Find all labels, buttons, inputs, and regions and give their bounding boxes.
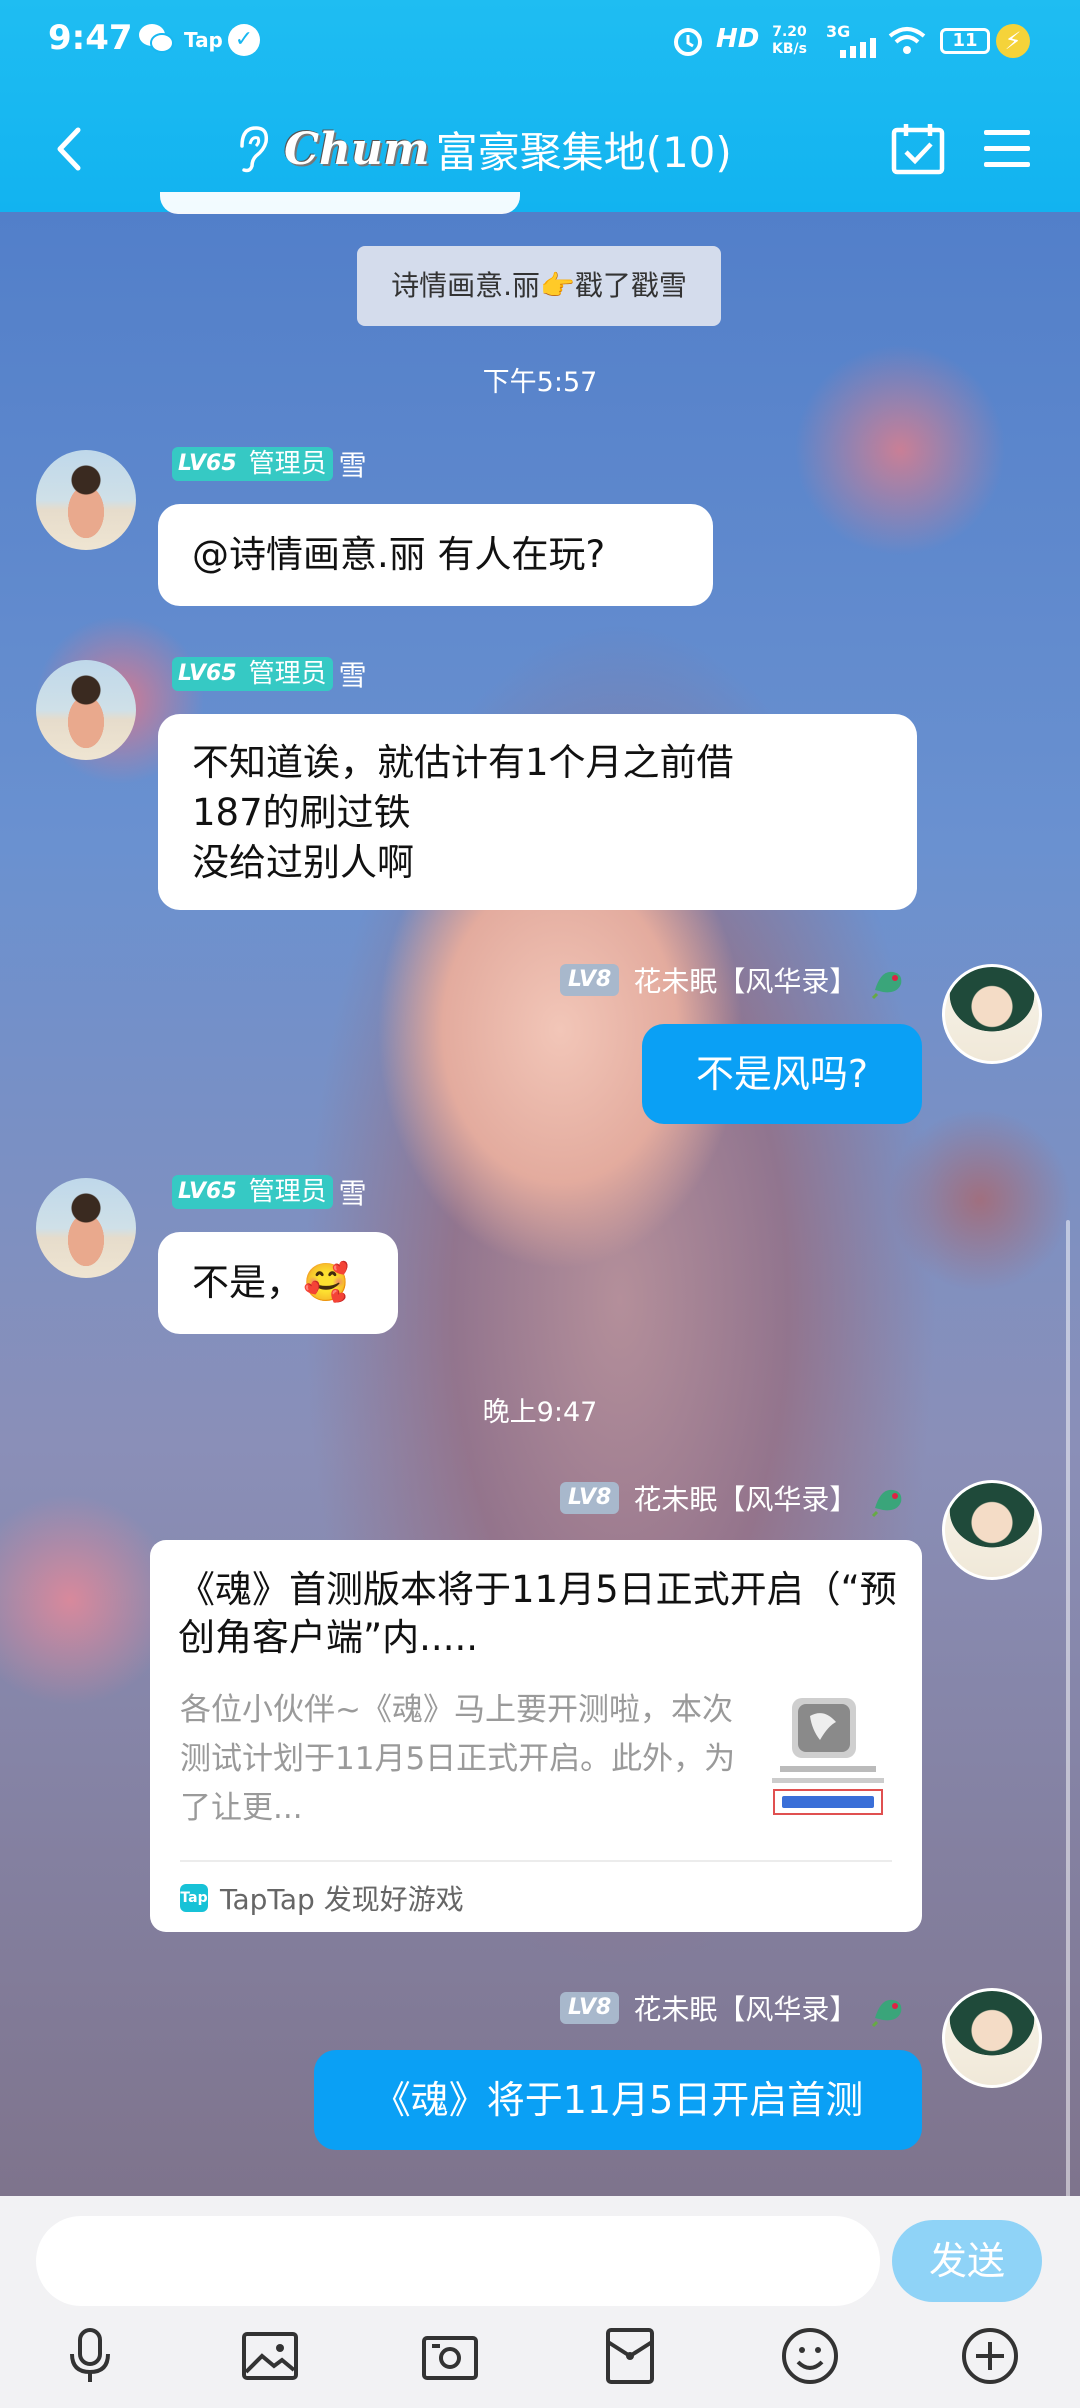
top-bar: 9:47 Tap ✓ HD 7.20 KB/s 3G 11 ⚡ Chum 富豪聚集… [0, 0, 1080, 212]
sender-name[interactable]: 雪 [339, 654, 367, 694]
microphone-icon[interactable] [58, 2324, 122, 2388]
sender-name[interactable]: 花未眠【风华录】 [633, 1478, 857, 1518]
level-badge: LV8 [560, 1482, 620, 1514]
dragon-badge-icon [872, 971, 902, 1000]
level-badge: LV65 [172, 657, 243, 691]
sender-name[interactable]: 雪 [339, 1172, 367, 1212]
sender-meta: LV65 管理员雪 [172, 444, 367, 484]
emoji-icon[interactable] [778, 2324, 842, 2388]
taptap-logo-icon: Tap [180, 1884, 208, 1912]
avatar[interactable] [942, 1988, 1042, 2088]
dragon-badge-icon [872, 1999, 902, 2028]
card-source-label: TapTap 发现好游戏 [220, 1883, 464, 1916]
link-share-card[interactable]: 《魂》首测版本将于11月5日正式开启（“预创角客户端”内..... 各位小伙伴~… [150, 1540, 922, 1932]
avatar[interactable] [36, 450, 136, 550]
previous-message-bubble [160, 192, 520, 214]
message-line: 187的刷过铁 [192, 791, 411, 834]
avatar[interactable] [942, 964, 1042, 1064]
chat-title-area[interactable]: Chum 富豪聚集地(10) [232, 114, 732, 184]
admin-badge: 管理员 [242, 447, 333, 481]
composer-bar: 发送 [0, 2196, 1080, 2408]
sender-meta: LV8 花未眠【风华录】 [560, 960, 909, 1000]
send-button[interactable]: 发送 [892, 2220, 1042, 2302]
battery-indicator: 11 [940, 28, 990, 54]
level-badge: LV8 [560, 964, 620, 996]
plus-icon[interactable] [958, 2324, 1022, 2388]
card-thumbnail [766, 1696, 890, 1818]
dragon-badge-icon [872, 1489, 902, 1518]
card-title: 《魂》首测版本将于11月5日正式开启（“预创角客户端”内..... [178, 1568, 897, 1659]
avatar[interactable] [942, 1480, 1042, 1580]
sender-name[interactable]: 花未眠【风华录】 [633, 1988, 857, 2028]
message-bubble[interactable]: 不是，🥰 [158, 1232, 398, 1334]
message-bubble-self[interactable]: 不是风吗? [642, 1024, 922, 1124]
scrollbar[interactable] [1066, 1220, 1070, 2200]
hd-icon: HD [716, 24, 760, 54]
camera-icon[interactable] [418, 2324, 482, 2388]
card-description: 各位小伙伴~《魂》马上要开测啦，本次测试计划于11月5日正式开启。此外，为了让更… [180, 1692, 736, 1826]
sender-name[interactable]: 雪 [339, 444, 367, 484]
signal-bars-icon [840, 38, 876, 58]
sender-meta: LV8 花未眠【风华录】 [560, 1478, 909, 1518]
sender-meta: LV65 管理员雪 [172, 1172, 367, 1212]
taptap-notify-icon: Tap [184, 28, 223, 52]
admin-badge: 管理员 [242, 657, 333, 691]
poke-system-notice: 诗情画意.丽👉戳了戳雪 [357, 246, 721, 326]
card-source: Tap TapTap 发现好游戏 [180, 1878, 464, 1918]
level-badge: LV65 [172, 447, 243, 481]
message-line: 不知道诶，就估计有1个月之前借 [192, 741, 734, 784]
image-icon[interactable] [238, 2324, 302, 2388]
charging-icon: ⚡ [996, 24, 1030, 58]
net-speed-unit: KB/s [772, 41, 807, 57]
checkin-calendar-icon[interactable] [890, 120, 946, 176]
timestamp: 下午5:57 [482, 367, 598, 398]
timestamp: 晚上9:47 [482, 1397, 598, 1428]
wifi-icon [888, 27, 926, 54]
wechat-icon [139, 24, 174, 53]
message-input[interactable] [36, 2216, 880, 2306]
ear-icon [240, 126, 269, 173]
alarm-icon [674, 28, 702, 56]
admin-badge: 管理员 [242, 1175, 333, 1209]
sender-meta: LV8 花未眠【风华录】 [560, 1988, 909, 2028]
page-title: 富豪聚集地(10) [435, 127, 732, 177]
avatar[interactable] [36, 660, 136, 760]
message-bubble[interactable]: @诗情画意.丽 有人在玩? [158, 504, 713, 606]
net-speed-value: 7.20 [772, 24, 807, 40]
verified-check-icon: ✓ [228, 24, 260, 56]
card-divider [180, 1860, 892, 1862]
menu-icon[interactable] [982, 126, 1032, 172]
message-line: 没给过别人啊 [192, 841, 414, 884]
red-envelope-icon[interactable] [598, 2324, 662, 2388]
sender-name[interactable]: 花未眠【风华录】 [633, 960, 857, 1000]
net-speed: 7.20 KB/s [772, 24, 807, 58]
message-bubble-self[interactable]: 《魂》将于11月5日开启首测 [314, 2050, 922, 2150]
group-logo: Chum [284, 123, 430, 175]
level-badge: LV8 [560, 1992, 620, 2024]
avatar[interactable] [36, 1178, 136, 1278]
level-badge: LV65 [172, 1175, 243, 1209]
back-arrow-icon[interactable] [44, 122, 98, 176]
sender-meta: LV65 管理员雪 [172, 654, 367, 694]
status-bar: 9:47 Tap ✓ HD 7.20 KB/s 3G 11 ⚡ [0, 0, 1080, 84]
clock: 9:47 [48, 18, 133, 58]
message-bubble[interactable]: 不知道诶，就估计有1个月之前借 187的刷过铁 没给过别人啊 [158, 714, 917, 910]
